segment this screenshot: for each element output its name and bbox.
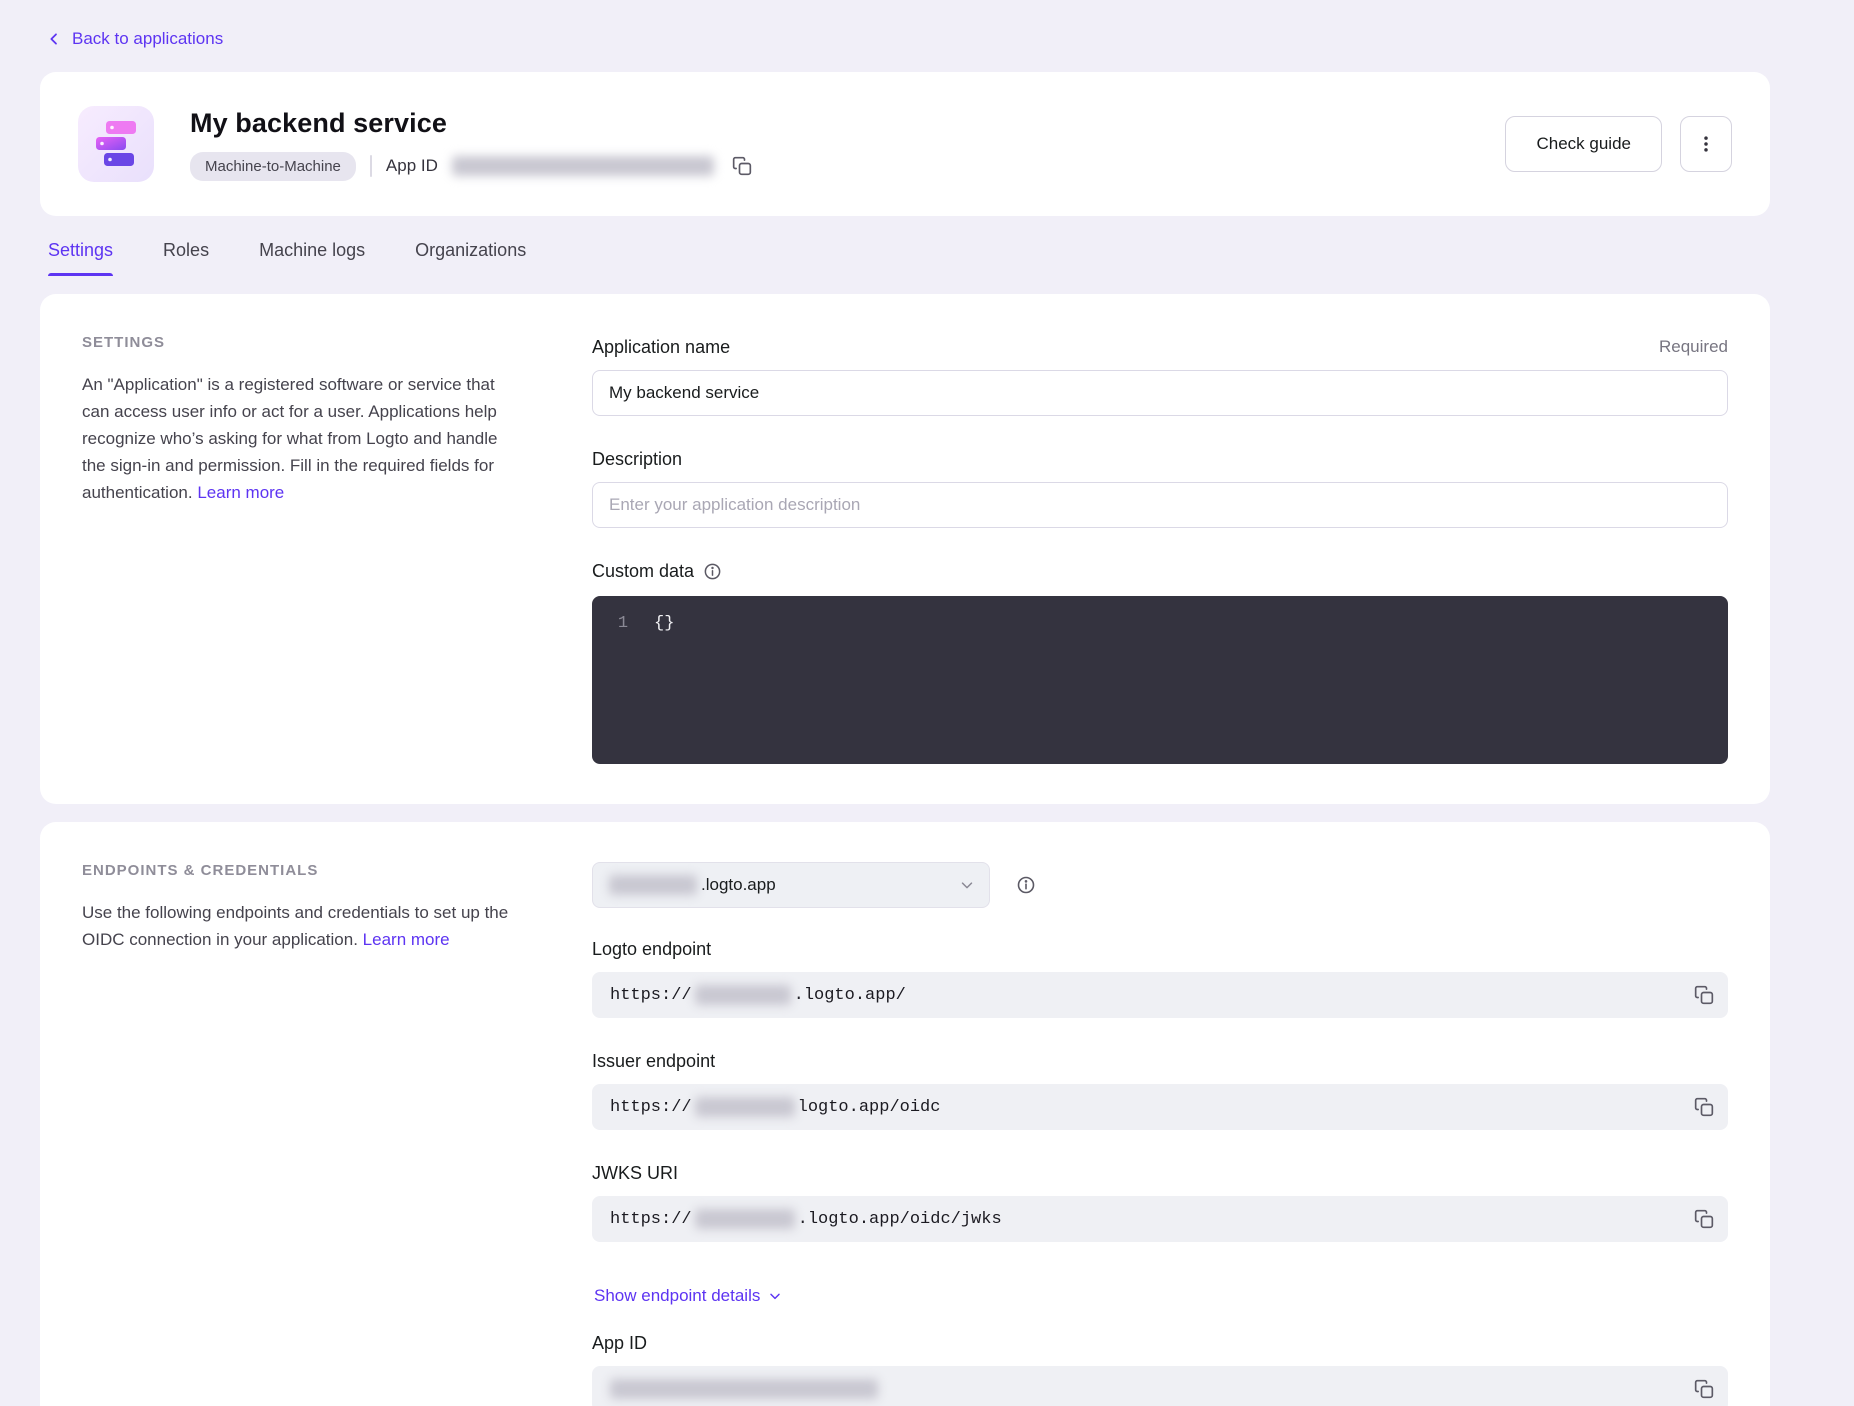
- tab-organizations[interactable]: Organizations: [415, 238, 526, 276]
- endpoints-form: .logto.app Logto endpoint https:// .logt…: [592, 862, 1728, 1406]
- tenant-id-redacted: [695, 985, 791, 1005]
- description-input[interactable]: [592, 482, 1728, 528]
- endpoints-panel-intro: ENDPOINTS & CREDENTIALS Use the followin…: [82, 862, 522, 953]
- copy-icon[interactable]: [1690, 981, 1718, 1009]
- url-prefix: https://: [610, 1210, 692, 1229]
- page: Back to applications: [40, 0, 1770, 1406]
- app-id-redacted: [610, 1379, 878, 1399]
- editor-line-number: 1: [592, 612, 654, 636]
- logto-endpoint-field-group: Logto endpoint https:// .logto.app/: [592, 936, 1728, 1018]
- info-icon[interactable]: [703, 562, 722, 581]
- application-name-input[interactable]: [592, 370, 1728, 416]
- tenant-id-redacted: [695, 1209, 795, 1229]
- domain-redacted: [609, 875, 697, 895]
- tab-settings[interactable]: Settings: [48, 238, 113, 276]
- app-id-label: App ID: [386, 156, 438, 176]
- issuer-endpoint-value: https:// logto.app/oidc: [592, 1084, 1728, 1130]
- required-indicator: Required: [1659, 337, 1728, 357]
- endpoints-description: Use the following endpoints and credenti…: [82, 899, 522, 953]
- show-endpoint-details-label: Show endpoint details: [594, 1286, 760, 1306]
- issuer-endpoint-field-group: Issuer endpoint https:// logto.app/oidc: [592, 1048, 1728, 1130]
- app-id-field-label: App ID: [592, 1330, 647, 1356]
- editor-code: {}: [654, 612, 674, 636]
- header-actions: Check guide: [1505, 116, 1732, 172]
- settings-panel-intro: SETTINGS An "Application" is a registere…: [82, 334, 522, 506]
- settings-description: An "Application" is a registered softwar…: [82, 371, 522, 506]
- tab-machine-logs[interactable]: Machine logs: [259, 238, 365, 276]
- logto-endpoint-value: https:// .logto.app/: [592, 972, 1728, 1018]
- endpoints-heading: ENDPOINTS & CREDENTIALS: [82, 862, 522, 879]
- tenant-id-redacted: [695, 1097, 795, 1117]
- application-name-label: Application name: [592, 334, 730, 360]
- logto-endpoint-label: Logto endpoint: [592, 936, 711, 962]
- copy-icon[interactable]: [1690, 1093, 1718, 1121]
- settings-learn-more-link[interactable]: Learn more: [197, 483, 284, 502]
- tab-bar: Settings Roles Machine logs Organization…: [40, 238, 1770, 276]
- show-endpoint-details-link[interactable]: Show endpoint details: [594, 1286, 783, 1306]
- back-to-applications-link[interactable]: Back to applications: [46, 26, 223, 52]
- copy-icon[interactable]: [1690, 1205, 1718, 1233]
- jwks-uri-field-group: JWKS URI https:// .logto.app/oidc/jwks: [592, 1160, 1728, 1242]
- info-icon[interactable]: [1016, 875, 1036, 895]
- settings-heading: SETTINGS: [82, 334, 522, 351]
- url-suffix: .logto.app/: [794, 986, 906, 1005]
- tab-roles[interactable]: Roles: [163, 238, 209, 276]
- domain-suffix: .logto.app: [701, 875, 776, 895]
- endpoints-learn-more-link[interactable]: Learn more: [363, 930, 450, 949]
- more-actions-button[interactable]: [1680, 116, 1732, 172]
- settings-panel: SETTINGS An "Application" is a registere…: [40, 294, 1770, 804]
- description-label: Description: [592, 446, 682, 472]
- jwks-uri-value: https:// .logto.app/oidc/jwks: [592, 1196, 1728, 1242]
- custom-data-label: Custom data: [592, 558, 694, 584]
- url-prefix: https://: [610, 1098, 692, 1117]
- app-logo-icon: [78, 106, 154, 182]
- jwks-uri-label: JWKS URI: [592, 1160, 678, 1186]
- app-meta-row: Machine-to-Machine App ID: [190, 152, 1481, 181]
- url-prefix: https://: [610, 986, 692, 1005]
- kebab-menu-icon: [1696, 134, 1716, 154]
- issuer-endpoint-label: Issuer endpoint: [592, 1048, 715, 1074]
- url-suffix: .logto.app/oidc/jwks: [798, 1210, 1002, 1229]
- chevron-left-icon: [46, 31, 62, 47]
- app-id-field-group: App ID: [592, 1330, 1728, 1406]
- url-suffix: logto.app/oidc: [798, 1098, 941, 1117]
- chevron-down-icon: [767, 1288, 783, 1304]
- app-type-badge: Machine-to-Machine: [190, 152, 356, 181]
- app-title: My backend service: [190, 108, 1481, 139]
- custom-data-editor[interactable]: 1 {}: [592, 596, 1728, 764]
- description-field-group: Description: [592, 446, 1728, 528]
- app-header-card: My backend service Machine-to-Machine Ap…: [40, 72, 1770, 216]
- application-name-field-group: Application name Required: [592, 334, 1728, 416]
- check-guide-button[interactable]: Check guide: [1505, 116, 1662, 172]
- endpoints-panel: ENDPOINTS & CREDENTIALS Use the followin…: [40, 822, 1770, 1406]
- settings-form: Application name Required Description Cu…: [592, 334, 1728, 764]
- app-id-value-redacted: [452, 156, 714, 176]
- domain-select[interactable]: .logto.app: [592, 862, 990, 908]
- custom-data-field-group: Custom data 1 {}: [592, 558, 1728, 764]
- copy-icon[interactable]: [728, 152, 756, 180]
- settings-description-text: An "Application" is a registered softwar…: [82, 375, 498, 502]
- app-header-info: My backend service Machine-to-Machine Ap…: [190, 108, 1481, 181]
- vertical-divider: [370, 155, 372, 177]
- chevron-down-icon: [958, 876, 976, 894]
- back-link-label: Back to applications: [72, 26, 223, 52]
- app-id-value: [592, 1366, 1728, 1406]
- copy-icon[interactable]: [1690, 1375, 1718, 1403]
- domain-row: .logto.app: [592, 862, 1728, 908]
